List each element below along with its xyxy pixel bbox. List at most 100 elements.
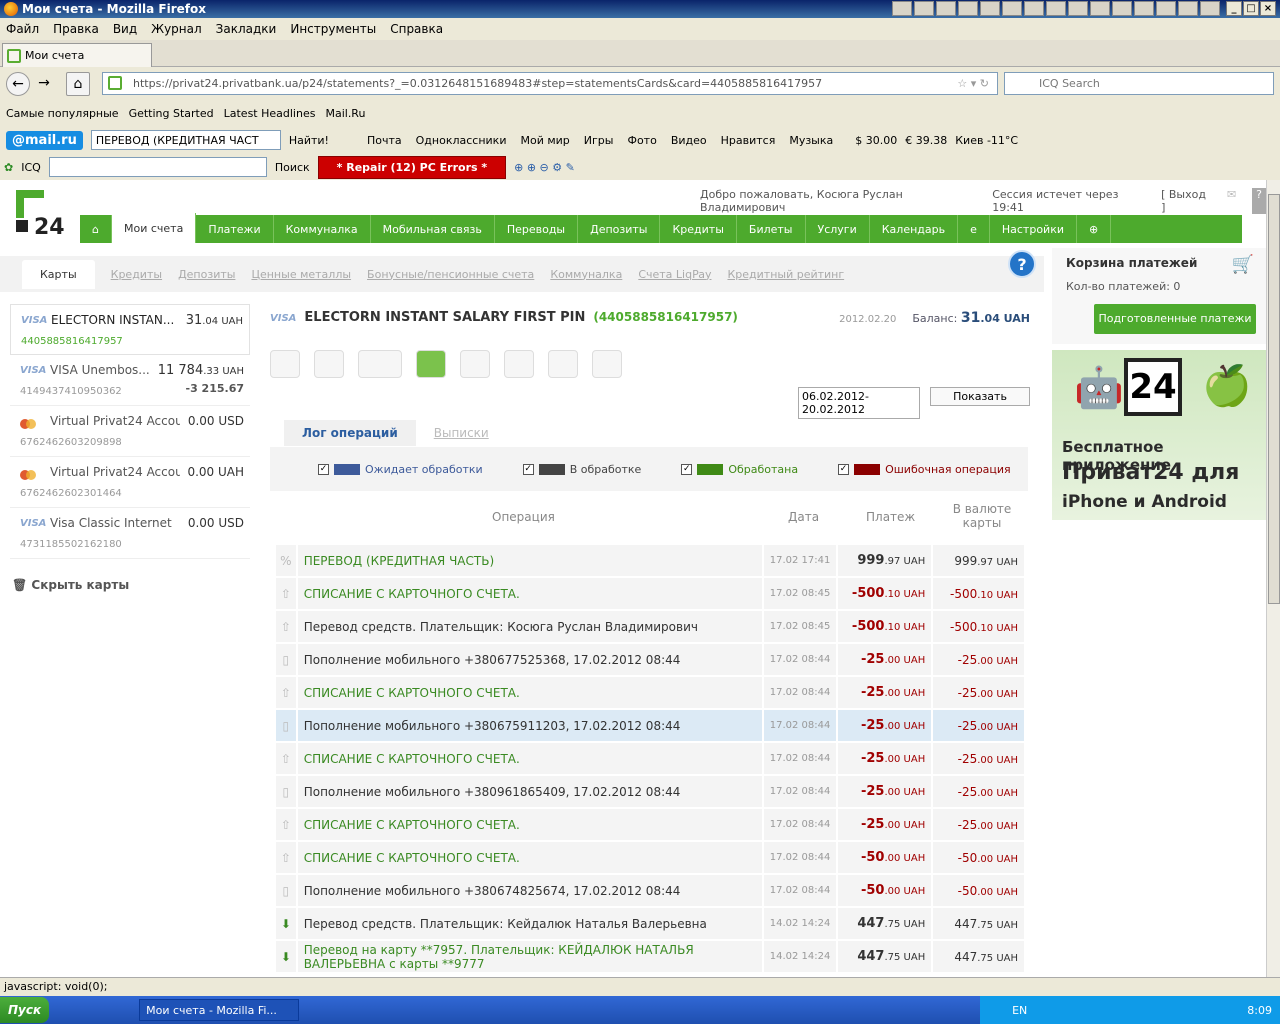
maximize-button[interactable]: □ [1243,1,1259,16]
table-row[interactable]: % ПЕРЕВОД (КРЕДИТНАЯ ЧАСТЬ) 17.02 17:41 999… [276,545,1024,576]
hide-cards-link[interactable]: 🗑 Скрыть карты [12,578,129,592]
table-row[interactable]: ▯ Пополнение мобильного +380675911203, 17… [276,710,1024,741]
subnav-link[interactable]: Счета LiqPay [638,268,711,281]
bookmark-item[interactable]: Getting Started [129,107,214,120]
icq-search-input[interactable] [48,157,267,177]
menu-item[interactable]: Платежи [196,215,274,243]
filter-checkbox[interactable]: ✓ [318,463,329,475]
table-row[interactable]: ▯ Пополнение мобильного +380674825674, 17… [276,875,1024,906]
toolbar-link[interactable]: Музыка [789,134,833,147]
mailru-logo[interactable]: @mail.ru [6,130,83,150]
menu-item[interactable]: Вид [113,22,145,36]
menu-item[interactable]: Кредиты [660,215,737,243]
privat24-logo[interactable]: 24 [14,188,64,236]
facebook-icon[interactable] [592,350,622,378]
status-filter[interactable]: ✓ Ошибочная операция [838,463,1011,476]
sms-info-icon[interactable] [416,350,446,378]
menu-my-accounts[interactable]: Мои счета [111,213,197,243]
table-row[interactable]: ⇧ СПИСАНИЕ С КАРТОЧНОГО СЧЕТА. 17.02 08:44… [276,743,1024,774]
table-row[interactable]: ⬇ Перевод средств. Плательщик: Кейдалюк Н… [276,908,1024,939]
table-row[interactable]: ⇧ СПИСАНИЕ С КАРТОЧНОГО СЧЕТА. 17.02 08:45… [276,578,1024,609]
filter-checkbox[interactable]: ✓ [522,463,534,475]
icq-label[interactable]: ICQ [21,161,41,174]
excel-icon[interactable] [270,350,300,378]
menu-item[interactable]: Файл [6,22,47,36]
toolbar-link[interactable]: Почта [367,134,402,147]
menu-item[interactable]: Справка [390,22,451,36]
block-icon[interactable] [548,350,578,378]
find-button[interactable]: Найти! [289,134,329,147]
mail-icon[interactable]: ✉ [1227,188,1236,214]
app-ad-banner[interactable]: 🤖 24 🍏 Бесплатное приложение Приват24 дл… [1052,350,1266,520]
menu-item[interactable]: Билеты [737,215,806,243]
minimize-button[interactable]: _ [1226,1,1242,16]
table-row[interactable]: ▯ Пополнение мобильного +380677525368, 17… [276,644,1024,675]
bookmark-item[interactable]: Mail.Ru [325,107,365,120]
card-item[interactable]: VISA Visa Classic Internet 473118550216218… [10,508,250,559]
subnav-cards[interactable]: Карты [22,259,95,289]
filter-checkbox[interactable]: ✓ [681,463,693,475]
toolbar-link[interactable]: Нравится [721,134,776,147]
menu-item[interactable]: Журнал [151,22,210,36]
toolbar-link[interactable]: Мой мир [520,134,569,147]
mailru-search-input[interactable]: ПЕРЕВОД (КРЕДИТНАЯ ЧАСТ [90,130,281,150]
filter-checkbox[interactable]: ✓ [838,463,850,475]
date-range-input[interactable]: 06.02.2012-20.02.2012 [798,387,920,419]
card-item[interactable]: Virtual Privat24 Account 6762462603209898… [10,406,250,457]
home-icon[interactable]: ⌂ [80,215,112,243]
hub-icon[interactable]: ⊕ [1077,215,1112,243]
cart-icon[interactable]: 🛒 [1232,254,1254,275]
vertical-scrollbar[interactable] [1266,180,1280,977]
money-bag-icon[interactable] [504,350,534,378]
taskbar-firefox-item[interactable]: Мои счета - Mozilla Fi... [139,999,300,1021]
language-indicator[interactable]: EN [1012,1004,1027,1017]
status-filter[interactable]: ✓ Обработана [681,463,798,476]
toolbar-link[interactable]: Фото [627,134,656,147]
card-item[interactable]: VISA VISA Unembos... 4149437410950362 11 78… [10,355,250,406]
show-button[interactable]: Показать [930,387,1030,406]
toolbar-link[interactable]: Видео [671,134,707,147]
prepared-payments-button[interactable]: Подготовленные платежи [1094,304,1256,334]
menu-item[interactable]: e [958,215,990,243]
url-bar[interactable]: https://privat24.privatbank.ua/p24/state… [102,72,998,95]
bookmark-item[interactable]: Самые популярные [6,107,119,120]
start-button[interactable]: Пуск [0,997,50,1023]
card-item[interactable]: VISA ELECTORN INSTAN... 4405885816417957 31… [10,304,250,355]
search-input[interactable]: ICQ Search [1004,72,1274,95]
help-icon[interactable]: ? [1008,250,1036,278]
piggy-icon[interactable] [460,350,490,378]
subnav-link[interactable]: Бонусные/пенсионные счета [367,268,534,281]
menu-item[interactable]: Мобильная связь [371,215,495,243]
menu-item[interactable]: Календарь [870,215,959,243]
subnav-link[interactable]: Депозиты [178,268,235,281]
bookmark-item[interactable]: Latest Headlines [224,107,316,120]
table-row[interactable]: ⇧ СПИСАНИЕ С КАРТОЧНОГО СЧЕТА. 17.02 08:44… [276,677,1024,708]
tab-log[interactable]: Лог операций [284,420,416,446]
menu-item[interactable]: Настройки [990,215,1077,243]
back-button[interactable]: ← [6,72,30,96]
toolbar-link[interactable]: Игры [584,134,614,147]
subnav-link[interactable]: Ценные металлы [251,268,351,281]
subnav-link[interactable]: Кредитный рейтинг [727,268,844,281]
forward-button[interactable]: → [32,72,56,96]
menu-item[interactable]: Правка [53,22,107,36]
scrollbar-thumb[interactable] [1268,194,1280,604]
bookmark-star-icon[interactable]: ☆ ▾ ↻ [957,77,989,90]
close-button[interactable]: × [1260,1,1276,16]
table-row[interactable]: ▯ Пополнение мобильного +380961865409, 17… [276,776,1024,807]
table-row[interactable]: ⇧ СПИСАНИЕ С КАРТОЧНОГО СЧЕТА. 17.02 08:44… [276,842,1024,873]
icq-search-button[interactable]: Поиск [275,161,310,174]
table-row[interactable]: ⬇ Перевод на карту **7957. Плательщик: КЕ… [276,941,1024,972]
internet-pay-icon[interactable] [358,350,402,378]
menu-item[interactable]: Переводы [495,215,579,243]
menu-item[interactable]: Закладки [216,22,285,36]
subnav-link[interactable]: Кредиты [111,268,162,281]
tab-my-accounts[interactable]: Мои счета [2,43,152,67]
menu-item[interactable]: Услуги [806,215,870,243]
home-button[interactable]: ⌂ [66,72,90,96]
refresh-icon[interactable] [314,350,344,378]
exit-link[interactable]: [ Выход ] [1161,188,1211,214]
repair-errors-button[interactable]: * Repair (12) PC Errors * [317,155,507,179]
table-row[interactable]: ⇧ СПИСАНИЕ С КАРТОЧНОГО СЧЕТА. 17.02 08:44… [276,809,1024,840]
tab-extracts[interactable]: Выписки [416,420,507,446]
